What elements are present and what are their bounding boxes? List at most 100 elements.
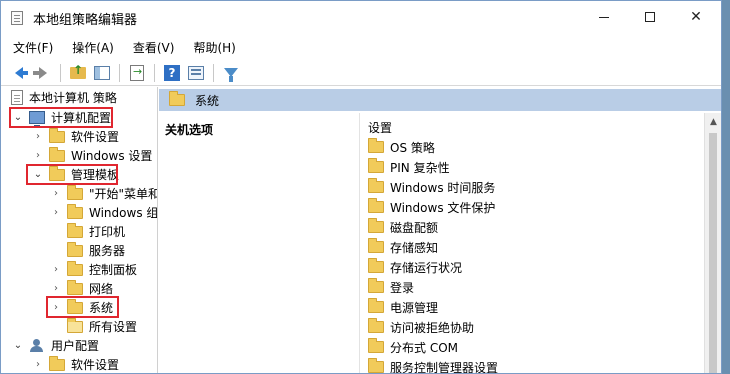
show-hide-tree-button[interactable] bbox=[92, 63, 112, 83]
chevron-right-icon[interactable]: › bbox=[33, 150, 43, 161]
folder-icon bbox=[49, 146, 65, 162]
folder-icon bbox=[368, 238, 384, 253]
chevron-right-icon[interactable]: › bbox=[33, 131, 43, 142]
vertical-scrollbar[interactable]: ▲ bbox=[704, 113, 721, 373]
tree-item-printers[interactable]: 打印机 bbox=[67, 222, 125, 241]
export-list-button[interactable] bbox=[127, 63, 147, 83]
highlight-box-computer-config bbox=[9, 107, 113, 128]
folder-icon bbox=[49, 127, 65, 143]
folder-icon bbox=[368, 158, 384, 173]
maximize-button[interactable] bbox=[627, 1, 673, 33]
list-item[interactable]: 分布式 COM bbox=[368, 337, 458, 357]
title-bar: 本地组策略编辑器 ✕ bbox=[1, 1, 721, 33]
list-item[interactable]: 访问被拒绝协助 bbox=[368, 317, 474, 337]
scrollbar-thumb[interactable] bbox=[709, 133, 717, 373]
toolbar-separator bbox=[213, 63, 214, 82]
column-header-setting[interactable]: 设置 bbox=[368, 119, 392, 136]
list-item-label: Windows 文件保护 bbox=[390, 200, 496, 215]
all-settings-folder-icon bbox=[67, 317, 83, 333]
list-item-label: 分布式 COM bbox=[390, 340, 458, 355]
tree-item-label: 软件设置 bbox=[71, 358, 120, 372]
list-item-label: 磁盘配额 bbox=[390, 220, 439, 235]
chevron-right-icon[interactable]: › bbox=[51, 207, 61, 218]
filter-button[interactable] bbox=[221, 63, 241, 83]
chevron-right-icon[interactable]: › bbox=[51, 264, 61, 275]
show-hide-tree-icon bbox=[94, 65, 110, 80]
list-item[interactable]: 磁盘配额 bbox=[368, 217, 438, 237]
up-folder-icon bbox=[70, 63, 86, 79]
list-item-label: 登录 bbox=[390, 280, 415, 295]
tree-item-label: 软件设置 bbox=[71, 130, 120, 144]
view-button[interactable] bbox=[186, 63, 206, 83]
tree-item-software-settings[interactable]: › 软件设置 bbox=[33, 127, 119, 146]
tree-item-user-config[interactable]: ⌄ 用户配置 bbox=[13, 336, 99, 355]
folder-icon bbox=[368, 138, 384, 153]
back-button[interactable] bbox=[9, 63, 29, 83]
minimize-button[interactable] bbox=[581, 1, 627, 33]
chevron-right-icon[interactable]: › bbox=[51, 283, 61, 294]
tree-item-windows-components[interactable]: › Windows 组 bbox=[51, 203, 157, 222]
tree-item-label: 打印机 bbox=[89, 225, 126, 239]
list-item[interactable]: 服务控制管理器设置 bbox=[368, 357, 498, 373]
tree-item-label: 控制面板 bbox=[89, 263, 138, 277]
tree-item-windows-settings[interactable]: › Windows 设置 bbox=[33, 146, 152, 165]
menu-help[interactable]: 帮助(H) bbox=[189, 37, 239, 58]
filter-icon bbox=[224, 68, 238, 82]
chevron-right-icon[interactable]: › bbox=[51, 188, 61, 199]
menu-view[interactable]: 查看(V) bbox=[129, 37, 179, 58]
toolbar-separator bbox=[154, 63, 155, 82]
details-header: 系统 bbox=[159, 89, 721, 111]
menu-bar: 文件(F) 操作(A) 查看(V) 帮助(H) bbox=[1, 35, 721, 59]
maximize-icon bbox=[645, 12, 655, 22]
list-item-label: 电源管理 bbox=[390, 300, 439, 315]
minimize-icon bbox=[599, 16, 609, 18]
export-list-icon bbox=[130, 64, 144, 81]
list-item[interactable]: 电源管理 bbox=[368, 297, 438, 317]
list-item-label: 存储感知 bbox=[390, 240, 439, 255]
list-item[interactable]: OS 策略 bbox=[368, 137, 435, 157]
list-item-label: Windows 时间服务 bbox=[390, 180, 496, 195]
help-button[interactable]: ? bbox=[162, 63, 182, 83]
list-item[interactable]: Windows 时间服务 bbox=[368, 177, 495, 197]
up-level-button[interactable] bbox=[68, 63, 88, 83]
tree-item-user-software-settings[interactable]: › 软件设置 bbox=[33, 355, 120, 373]
chevron-right-icon[interactable]: › bbox=[33, 359, 43, 370]
folder-icon bbox=[368, 358, 384, 373]
gpedit-window: 本地组策略编辑器 ✕ 文件(F) 操作(A) 查看(V) 帮助(H) ? 本地计… bbox=[0, 0, 722, 374]
highlight-box-admin-templates bbox=[26, 164, 118, 185]
folder-icon bbox=[67, 222, 83, 238]
tree-item-local-policy[interactable]: 本地计算机 策略 bbox=[11, 88, 117, 107]
tree-item-label: "开始"菜单和 bbox=[89, 187, 158, 201]
user-icon bbox=[29, 338, 45, 353]
highlight-box-system bbox=[46, 296, 119, 318]
tree-item-server[interactable]: 服务器 bbox=[67, 241, 125, 260]
close-button[interactable]: ✕ bbox=[673, 1, 719, 33]
view-icon bbox=[188, 65, 204, 80]
tree-item-label: 网络 bbox=[89, 282, 114, 296]
list-item[interactable]: PIN 复杂性 bbox=[368, 157, 450, 177]
folder-icon bbox=[67, 203, 83, 219]
list-item-label: 访问被拒绝协助 bbox=[390, 320, 475, 335]
help-icon: ? bbox=[164, 64, 180, 81]
forward-button[interactable] bbox=[33, 63, 53, 83]
list-item[interactable]: 存储运行状况 bbox=[368, 257, 462, 277]
tree-item-start-menu[interactable]: › "开始"菜单和 bbox=[51, 184, 158, 203]
list-item[interactable]: 登录 bbox=[368, 277, 414, 297]
back-arrow-icon bbox=[15, 66, 28, 79]
folder-icon bbox=[49, 355, 65, 371]
scroll-up-icon[interactable]: ▲ bbox=[705, 113, 721, 130]
list-item[interactable]: Windows 文件保护 bbox=[368, 197, 495, 217]
chevron-down-icon[interactable]: ⌄ bbox=[13, 340, 23, 351]
list-item-label: 存储运行状况 bbox=[390, 260, 463, 275]
tree-item-all-settings[interactable]: 所有设置 bbox=[67, 317, 137, 336]
forward-arrow-icon bbox=[33, 66, 47, 79]
folder-icon bbox=[67, 241, 83, 257]
menu-action[interactable]: 操作(A) bbox=[68, 37, 118, 58]
folder-icon bbox=[368, 218, 384, 233]
list-item-label: OS 策略 bbox=[390, 140, 435, 155]
menu-file[interactable]: 文件(F) bbox=[9, 37, 57, 58]
tree-item-control-panel[interactable]: › 控制面板 bbox=[51, 260, 137, 279]
folder-icon bbox=[169, 91, 185, 106]
close-icon: ✕ bbox=[690, 9, 702, 25]
list-item[interactable]: 存储感知 bbox=[368, 237, 438, 257]
